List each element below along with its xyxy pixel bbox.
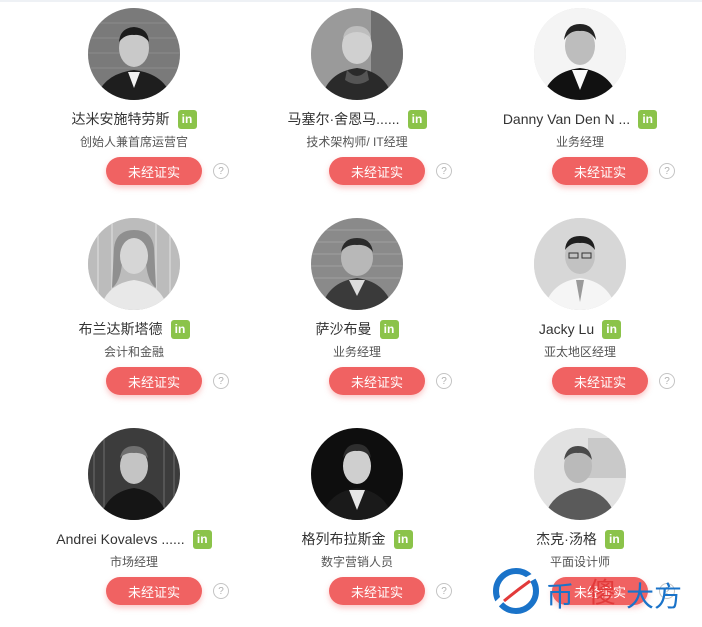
help-icon[interactable]: ? [659, 373, 675, 389]
avatar [311, 428, 403, 520]
person-role: 业务经理 [555, 135, 604, 149]
linkedin-icon[interactable]: in [602, 319, 622, 339]
team-grid: 达米安施特劳斯 in 创始人兼首席运营官 未经证实 ? 马塞尔·舍恩马.....… [0, 0, 702, 627]
help-icon[interactable]: ? [213, 373, 229, 389]
linkedin-icon[interactable]: in [604, 529, 624, 549]
person-role: 会计和金融 [103, 345, 164, 359]
watermark-logo-icon [493, 568, 539, 614]
team-card: Andrei Kovalevs ...... in 市场经理 未经证实 ? [22, 420, 246, 620]
person-name: Jacky Lu [538, 321, 595, 337]
person-name: 萨沙布曼 [315, 321, 372, 337]
linkedin-icon[interactable]: in [379, 319, 399, 339]
person-role: 业务经理 [332, 345, 381, 359]
linkedin-icon[interactable]: in [407, 109, 427, 129]
unverified-button[interactable]: 未经证实 [106, 157, 202, 185]
name-row: Andrei Kovalevs ...... in [22, 528, 246, 550]
person-name: 布兰达斯塔德 [78, 321, 163, 337]
linkedin-icon[interactable]: in [177, 109, 197, 129]
avatar [534, 428, 626, 520]
team-card: 马塞尔·舍恩马...... in 技术架构师/ IT经理 未经证实 ? [245, 0, 469, 200]
unverified-button[interactable]: 未经证实 [552, 157, 648, 185]
unverified-button[interactable]: 未经证实 [329, 157, 425, 185]
avatar [88, 428, 180, 520]
site-watermark: 币 傻 大方 [490, 565, 700, 625]
help-icon[interactable]: ? [436, 583, 452, 599]
team-card: 格列布拉斯金 in 数字营销人员 未经证实 ? [245, 420, 469, 620]
name-row: 杰克·汤格 in [468, 528, 692, 550]
avatar [88, 218, 180, 310]
help-icon[interactable]: ? [213, 583, 229, 599]
person-role: 创始人兼首席运营官 [79, 135, 188, 149]
name-row: 格列布拉斯金 in [245, 528, 469, 550]
help-icon[interactable]: ? [436, 373, 452, 389]
watermark-text: 大方 [626, 580, 683, 613]
avatar [534, 218, 626, 310]
name-row: Jacky Lu in [468, 318, 692, 340]
unverified-button[interactable]: 未经证实 [106, 367, 202, 395]
watermark-text: 币 [546, 580, 576, 613]
unverified-button[interactable]: 未经证实 [329, 577, 425, 605]
linkedin-icon[interactable]: in [192, 529, 212, 549]
help-icon[interactable]: ? [436, 163, 452, 179]
help-icon[interactable]: ? [213, 163, 229, 179]
help-icon[interactable]: ? [659, 163, 675, 179]
person-role: 亚太地区经理 [543, 345, 616, 359]
unverified-button[interactable]: 未经证实 [329, 367, 425, 395]
person-name: 杰克·汤格 [536, 531, 597, 547]
name-row: 马塞尔·舍恩马...... in [245, 108, 469, 130]
team-card: 达米安施特劳斯 in 创始人兼首席运营官 未经证实 ? [22, 0, 246, 200]
avatar [88, 8, 180, 100]
avatar [534, 8, 626, 100]
team-card: Jacky Lu in 亚太地区经理 未经证实 ? [468, 210, 692, 410]
linkedin-icon[interactable]: in [393, 529, 413, 549]
linkedin-icon[interactable]: in [638, 109, 658, 129]
person-role: 技术架构师/ IT经理 [306, 135, 408, 149]
person-name: Andrei Kovalevs ...... [56, 531, 185, 547]
name-row: 达米安施特劳斯 in [22, 108, 246, 130]
name-row: 萨沙布曼 in [245, 318, 469, 340]
person-name: 达米安施特劳斯 [71, 111, 170, 127]
name-row: Danny Van Den N ... in [468, 108, 692, 130]
unverified-button[interactable]: 未经证实 [552, 367, 648, 395]
person-role: 市场经理 [109, 555, 158, 569]
person-name: 格列布拉斯金 [301, 531, 386, 547]
person-name: 马塞尔·舍恩马...... [287, 111, 400, 127]
avatar [311, 218, 403, 310]
team-card: 萨沙布曼 in 业务经理 未经证实 ? [245, 210, 469, 410]
unverified-button[interactable]: 未经证实 [106, 577, 202, 605]
person-name: Danny Van Den N ... [502, 111, 631, 127]
watermark-text: 傻 [588, 576, 617, 609]
team-card: Danny Van Den N ... in 业务经理 未经证实 ? [468, 0, 692, 200]
name-row: 布兰达斯塔德 in [22, 318, 246, 340]
team-card: 布兰达斯塔德 in 会计和金融 未经证实 ? [22, 210, 246, 410]
avatar [311, 8, 403, 100]
person-role: 数字营销人员 [320, 555, 393, 569]
linkedin-icon[interactable]: in [170, 319, 190, 339]
